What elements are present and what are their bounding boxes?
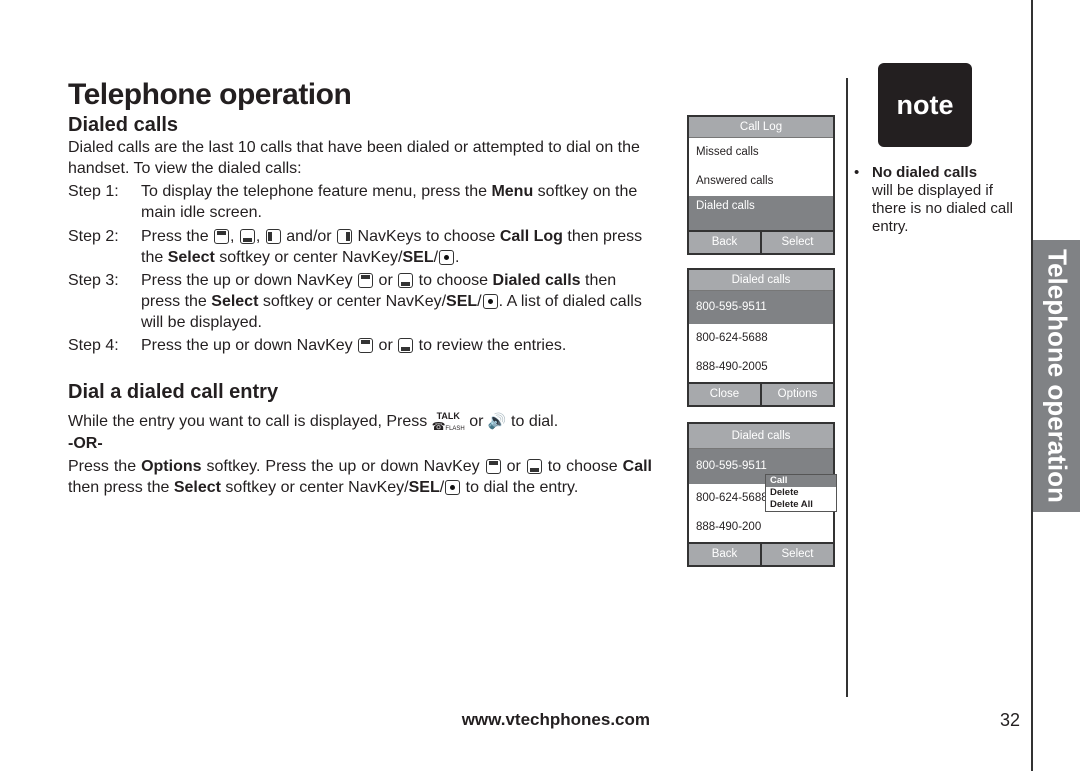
or-separator: -OR- <box>68 435 103 452</box>
call-entry: 888-490-2005 <box>696 361 768 373</box>
softkey-left: Back <box>689 544 762 565</box>
dial-instruction: While the entry you want to call is disp… <box>68 411 559 433</box>
call-entry-selected: 800-595-9511 <box>689 291 833 324</box>
navkey-up-icon <box>485 459 501 474</box>
section-heading: Dial a dialed call entry <box>68 381 279 403</box>
step-2: Step 2: Press the , , and/or NavKeys to c… <box>68 228 643 266</box>
softkey-right: Select <box>781 236 814 248</box>
navkey-down-icon <box>526 459 542 474</box>
menu-item-selected: Dialed calls <box>689 196 833 230</box>
note-text: • No dialed calls will be displayed if the… <box>854 164 1013 235</box>
options-instruction: Press the Options softkey. Press the up … <box>68 458 652 496</box>
softkey-right: Options <box>777 388 818 400</box>
menu-item: Answered calls <box>696 175 774 187</box>
navkey-right-icon <box>337 229 353 244</box>
section-heading: Dialed calls <box>68 114 179 136</box>
side-tab-label: Telephone operation <box>1042 249 1072 503</box>
navkey-up-icon <box>358 338 374 353</box>
screen-header: Dialed calls <box>689 270 833 291</box>
navkey-up-icon <box>214 229 230 244</box>
option-delete: Delete <box>770 487 799 498</box>
navkey-select-icon <box>439 250 455 265</box>
step-4: Step 4: Press the up or down NavKey or to… <box>68 337 567 354</box>
speaker-icon: 🔊 <box>487 413 507 430</box>
navkey-down-icon <box>239 229 255 244</box>
talk-flash-key-icon: TALK ☎FLASH <box>431 411 465 433</box>
page-number: 32 <box>999 710 1020 730</box>
menu-item: Missed calls <box>696 146 759 158</box>
navkey-left-icon <box>265 229 281 244</box>
call-entry: 888-490-200 <box>696 521 762 533</box>
note-logo: note <box>878 63 972 147</box>
option-delete-all: Delete All <box>770 499 813 510</box>
navkey-select-icon <box>445 480 461 495</box>
screen-dialed-calls: Dialed calls 800-595-9511 800-624-5688 8… <box>687 268 835 407</box>
divider <box>846 78 848 697</box>
navkey-down-icon <box>398 273 414 288</box>
option-call: Call <box>766 475 836 487</box>
footer-url: www.vtechphones.com <box>461 710 650 729</box>
page-title: Telephone operation <box>68 78 352 111</box>
screen-header: Dialed calls <box>689 424 833 449</box>
navkey-down-icon <box>398 338 414 353</box>
step-3: Step 3: Press the up or down NavKey or to… <box>68 272 642 331</box>
softkey-right: Select <box>781 548 814 560</box>
screen-dialed-calls-options: Dialed calls 800-595-9511 800-624-5688 8… <box>687 422 837 567</box>
screen-header: Call Log <box>689 117 833 138</box>
options-menu: Call Delete Delete All <box>765 474 837 512</box>
side-tab: Telephone operation <box>1033 240 1080 512</box>
navkey-up-icon <box>358 273 374 288</box>
screen-call-log: Call Log Missed calls Answered calls Dia… <box>687 115 835 255</box>
navkey-select-icon <box>482 294 498 309</box>
step-1: Step 1: To display the telephone feature … <box>68 183 638 221</box>
intro: Dialed calls are the last 10 calls that … <box>68 139 640 177</box>
softkey-left: Close <box>689 384 762 405</box>
softkey-left: Back <box>689 232 762 253</box>
call-entry: 800-624-5688 <box>696 332 768 344</box>
